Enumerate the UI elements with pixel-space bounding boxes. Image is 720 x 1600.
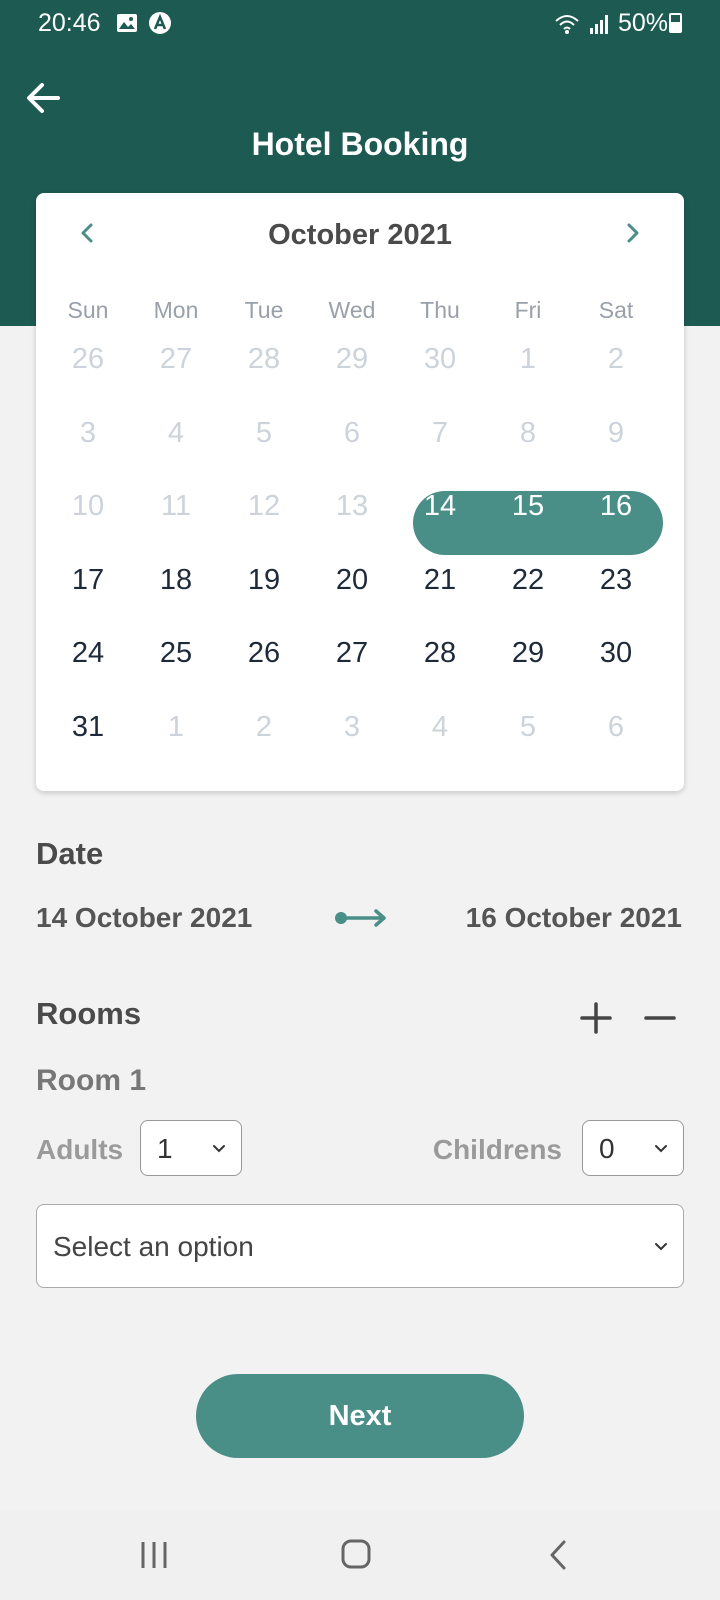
plus-icon xyxy=(580,1002,612,1034)
page-title: Hotel Booking xyxy=(251,126,469,162)
children-label: Childrens xyxy=(432,1134,562,1165)
calendar-day: 4 xyxy=(431,710,449,743)
battery-percent: 50% xyxy=(617,9,668,37)
chevron-left-icon xyxy=(550,1540,566,1570)
signal-icon xyxy=(589,14,608,34)
calendar-day[interactable]: 29 xyxy=(483,621,573,685)
calendar-day: 7 xyxy=(431,416,449,449)
status-time: 20:46 xyxy=(38,9,101,37)
home-icon xyxy=(341,1539,371,1569)
weekday-label: Tue xyxy=(244,297,284,323)
gallery-icon xyxy=(117,14,137,32)
chevron-down-icon xyxy=(213,1145,225,1153)
adults-value: 1 xyxy=(157,1133,173,1164)
calendar-day[interactable]: 26 xyxy=(219,621,309,685)
children-select[interactable]: 0 xyxy=(582,1120,684,1176)
calendar-day-selected[interactable]: 15 xyxy=(483,474,573,538)
status-right: 50% xyxy=(554,9,668,38)
chevron-down-icon xyxy=(655,1145,667,1153)
calendar-day[interactable]: 22 xyxy=(483,548,573,612)
calendar-day: 9 xyxy=(607,416,625,449)
recent-apps-button[interactable] xyxy=(138,1538,170,1572)
app-notification-icon xyxy=(149,12,171,34)
next-button[interactable]: Next xyxy=(196,1374,524,1458)
system-navigation-bar xyxy=(0,1510,720,1600)
calendar-day: 6 xyxy=(607,710,625,743)
calendar-day[interactable]: 30 xyxy=(571,621,661,685)
calendar-day[interactable]: 20 xyxy=(307,548,397,612)
weekday-label: Fri xyxy=(514,297,542,323)
calendar-day: 10 xyxy=(71,490,105,522)
calendar-day[interactable]: 21 xyxy=(395,548,485,612)
system-back-button[interactable] xyxy=(546,1537,570,1573)
weekday-label: Sat xyxy=(598,297,634,323)
home-button[interactable] xyxy=(340,1537,372,1571)
calendar-day: 1 xyxy=(519,343,537,375)
weekday-label: Mon xyxy=(153,297,199,323)
calendar-day[interactable]: 31 xyxy=(43,695,133,759)
calendar-day: 2 xyxy=(255,710,273,743)
calendar-month-label: October 2021 xyxy=(268,219,452,251)
calendar-day-selected[interactable]: 16 xyxy=(571,474,661,538)
status-notification-icons xyxy=(116,11,172,35)
minus-icon xyxy=(644,1016,676,1020)
check-out-date: 16 October 2021 xyxy=(465,902,682,933)
add-room-button[interactable] xyxy=(574,996,618,1040)
next-month-button[interactable] xyxy=(614,215,650,251)
calendar-day: 26 xyxy=(71,343,105,375)
chevron-down-icon xyxy=(655,1243,667,1251)
calendar-day: 13 xyxy=(335,490,369,522)
remove-room-button[interactable] xyxy=(638,996,682,1040)
calendar-card: October 2021 Sun Mon Tue Wed Thu Fri Sat 26 27 2… xyxy=(36,193,684,791)
calendar-day[interactable]: 17 xyxy=(43,548,133,612)
battery-icon xyxy=(669,13,682,33)
calendar-day: 3 xyxy=(79,416,97,449)
status-bar: 20:46 50% xyxy=(0,0,720,46)
weekday-label: Wed xyxy=(328,297,376,323)
calendar-day: 28 xyxy=(247,343,281,375)
calendar-day: 3 xyxy=(343,710,361,743)
check-in-date: 14 October 2021 xyxy=(36,902,253,933)
calendar-day[interactable]: 25 xyxy=(131,621,221,685)
weekday-label: Thu xyxy=(420,297,460,323)
option-select-placeholder: Select an option xyxy=(53,1231,254,1262)
children-value: 0 xyxy=(599,1133,615,1164)
adults-select[interactable]: 1 xyxy=(140,1120,242,1176)
calendar-day[interactable]: 28 xyxy=(395,621,485,685)
date-section-title: Date xyxy=(36,836,104,871)
arrow-right-icon xyxy=(334,906,388,930)
calendar-day[interactable]: 27 xyxy=(307,621,397,685)
calendar-day[interactable]: 24 xyxy=(43,621,133,685)
back-button[interactable] xyxy=(22,76,66,120)
calendar-day: 27 xyxy=(159,343,193,375)
calendar-day: 8 xyxy=(519,416,537,449)
calendar-day: 29 xyxy=(335,343,369,375)
calendar-day: 2 xyxy=(607,343,625,375)
calendar-day[interactable]: 19 xyxy=(219,548,309,612)
calendar-day: 12 xyxy=(247,490,281,522)
calendar-day: 6 xyxy=(343,416,361,449)
weekday-label: Sun xyxy=(67,297,109,323)
calendar-day: 11 xyxy=(160,490,192,522)
calendar-day: 1 xyxy=(167,710,185,743)
wifi-icon xyxy=(555,14,579,34)
calendar-day: 4 xyxy=(167,416,185,449)
room-label: Room 1 xyxy=(36,1064,147,1097)
calendar-day-selected[interactable]: 14 xyxy=(395,474,485,538)
room-option-select[interactable]: Select an option xyxy=(36,1204,684,1288)
recent-apps-icon xyxy=(141,1542,167,1568)
calendar-day: 5 xyxy=(255,416,273,449)
arrow-left-icon xyxy=(27,83,60,113)
calendar-day[interactable]: 18 xyxy=(131,548,221,612)
calendar-day: 30 xyxy=(423,343,457,375)
rooms-section-title: Rooms xyxy=(36,996,142,1031)
calendar-day[interactable]: 23 xyxy=(571,548,661,612)
calendar-day: 5 xyxy=(519,710,537,743)
calendar-weekday-row: Sun Mon Tue Wed Thu Fri Sat xyxy=(36,297,684,327)
adults-label: Adults xyxy=(36,1134,124,1165)
chevron-right-icon xyxy=(627,223,639,243)
